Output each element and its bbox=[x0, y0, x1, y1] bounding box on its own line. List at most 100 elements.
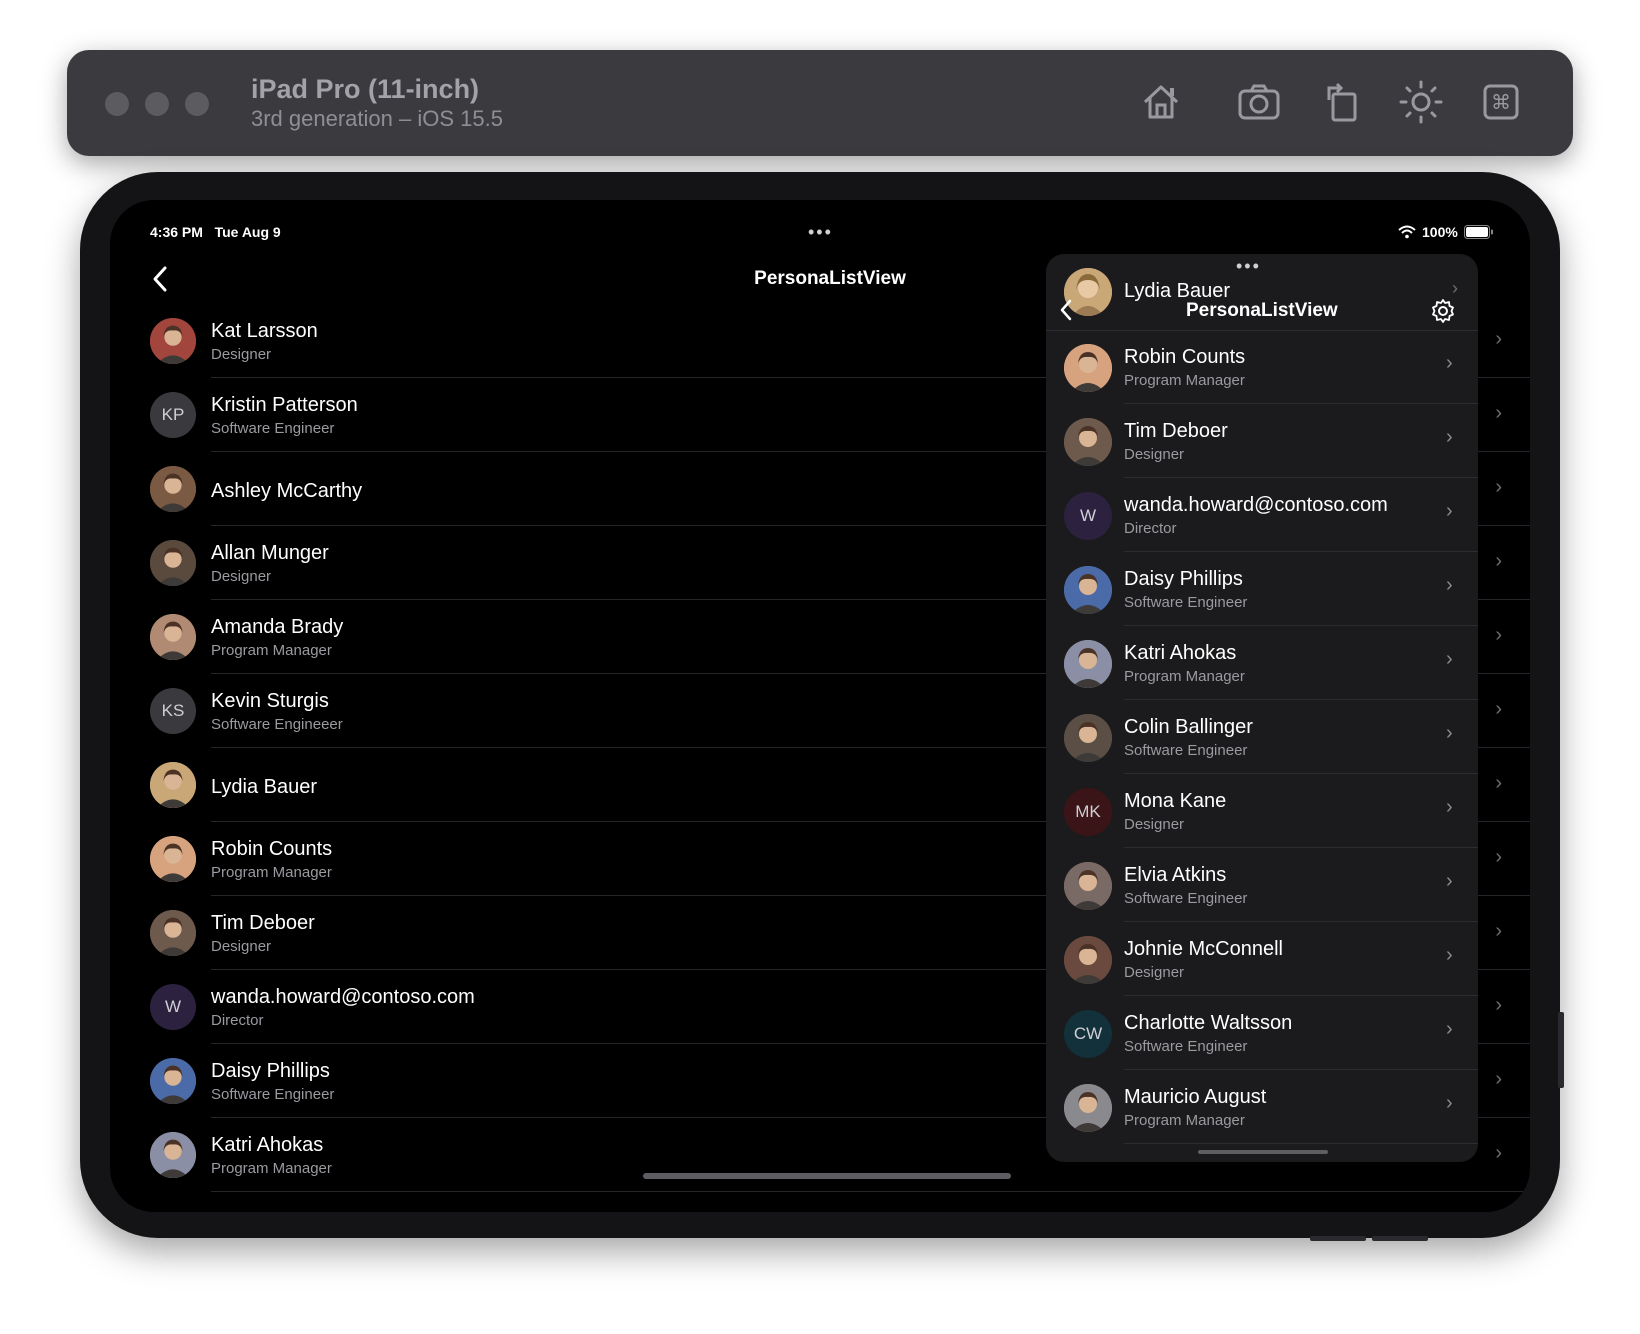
persona-role: Program Manager bbox=[211, 864, 332, 881]
list-item[interactable]: Johnie McConnell Designer › bbox=[1046, 922, 1478, 996]
avatar-initials: KP bbox=[161, 405, 185, 424]
persona-name: Tim Deboer bbox=[1124, 420, 1228, 442]
page-title: PersonaListView bbox=[754, 268, 906, 289]
persona-role: Designer bbox=[211, 346, 272, 363]
persona-role: Program Manager bbox=[1124, 668, 1245, 685]
chevron-right-icon: › bbox=[1495, 846, 1502, 868]
command-icon[interactable]: ⌘ bbox=[1477, 78, 1525, 126]
chevron-right-icon: › bbox=[1446, 648, 1453, 670]
persona-name: Colin Ballinger bbox=[1124, 716, 1253, 738]
list-item[interactable]: Robin Counts Program Manager › bbox=[1046, 330, 1478, 404]
chevron-right-icon: › bbox=[1446, 500, 1453, 522]
chevron-right-icon: › bbox=[1446, 796, 1453, 818]
chevron-right-icon: › bbox=[1495, 476, 1502, 498]
simulator-toolbar: iPad Pro (11-inch) 3rd generation – iOS … bbox=[67, 50, 1573, 156]
list-item[interactable]: Daisy Phillips Software Engineer › bbox=[1046, 552, 1478, 626]
avatar bbox=[150, 614, 196, 660]
persona-name: Daisy Phillips bbox=[211, 1060, 330, 1082]
overlay-window: Lydia Bauer PersonaListView › ••• Robin … bbox=[1046, 254, 1478, 1162]
chevron-right-icon: › bbox=[1495, 1142, 1502, 1164]
persona-name: Kristin Patterson bbox=[211, 394, 358, 416]
close-window-button[interactable] bbox=[105, 92, 129, 116]
chevron-right-icon: › bbox=[1446, 722, 1453, 744]
wifi-icon bbox=[1398, 225, 1416, 239]
chevron-right-icon: › bbox=[1495, 550, 1502, 572]
persona-role: Designer bbox=[1124, 816, 1185, 833]
back-chevron-icon[interactable] bbox=[1058, 298, 1074, 322]
avatar bbox=[1064, 566, 1112, 614]
chevron-right-icon: › bbox=[1495, 920, 1502, 942]
persona-role: Software Engineeer bbox=[211, 716, 343, 733]
persona-role: Designer bbox=[1124, 964, 1185, 981]
home-icon[interactable] bbox=[1137, 78, 1185, 126]
persona-name: Katri Ahokas bbox=[211, 1134, 324, 1156]
persona-role: Software Engineer bbox=[211, 420, 335, 437]
volume-button bbox=[1558, 1012, 1564, 1088]
chevron-right-icon: › bbox=[1446, 426, 1453, 448]
appearance-icon[interactable] bbox=[1397, 78, 1445, 126]
chevron-right-icon: › bbox=[1495, 624, 1502, 646]
list-item[interactable]: Katri Ahokas Program Manager › bbox=[1046, 626, 1478, 700]
persona-name: Katri Ahokas bbox=[1124, 642, 1237, 664]
list-item[interactable]: Tim Deboer Designer › bbox=[1046, 404, 1478, 478]
zoom-window-button[interactable] bbox=[185, 92, 209, 116]
gear-icon[interactable] bbox=[1430, 298, 1456, 324]
rotate-icon[interactable] bbox=[1319, 78, 1367, 126]
ipad-screen: 4:36 PM Tue Aug 9 ••• 100% PersonaListVi… bbox=[110, 200, 1530, 1212]
persona-name: Kat Larsson bbox=[211, 320, 318, 342]
avatar: CW bbox=[1064, 1010, 1112, 1058]
persona-name: Lydia Bauer bbox=[211, 776, 317, 798]
persona-role: Software Engineer bbox=[1124, 890, 1248, 907]
persona-role: Program Manager bbox=[1124, 372, 1245, 389]
list-item[interactable]: Colin Ballinger Software Engineer › bbox=[1046, 700, 1478, 774]
avatar bbox=[150, 1058, 196, 1104]
persona-name: Mona Kane bbox=[1124, 790, 1227, 812]
avatar bbox=[1064, 936, 1112, 984]
avatar bbox=[150, 318, 196, 364]
avatar bbox=[1064, 418, 1112, 466]
chevron-right-icon: › bbox=[1446, 1018, 1453, 1040]
persona-name: Robin Counts bbox=[1124, 346, 1246, 368]
panel-header: Lydia Bauer PersonaListView › bbox=[1046, 254, 1478, 331]
persona-name: Tim Deboer bbox=[211, 912, 315, 934]
list-item[interactable]: Mauricio August Program Manager › bbox=[1046, 1070, 1478, 1144]
side-button bbox=[1310, 1236, 1366, 1241]
status-right: 100% bbox=[1398, 224, 1494, 240]
chevron-right-icon: › bbox=[1495, 328, 1502, 350]
persona-name: Johnie McConnell bbox=[1124, 938, 1283, 960]
list-item[interactable]: Elvia Atkins Software Engineer › bbox=[1046, 848, 1478, 922]
list-item[interactable]: CW Charlotte Waltsson Software Engineer › bbox=[1046, 996, 1478, 1070]
avatar: KP bbox=[150, 392, 196, 438]
persona-role: Director bbox=[211, 1012, 264, 1029]
screenshot-icon[interactable] bbox=[1235, 78, 1283, 126]
back-chevron-icon[interactable] bbox=[150, 264, 172, 294]
panel-persona-list: Robin Counts Program Manager › Tim Deboer De… bbox=[1046, 330, 1478, 1144]
persona-role: Designer bbox=[1124, 446, 1185, 463]
avatar bbox=[1064, 640, 1112, 688]
chevron-right-icon: › bbox=[1446, 352, 1453, 374]
list-item[interactable]: MK Mona Kane Designer › bbox=[1046, 774, 1478, 848]
device-detail: 3rd generation – iOS 15.5 bbox=[251, 106, 503, 131]
home-indicator[interactable] bbox=[643, 1173, 1011, 1179]
list-item[interactable]: Wwanda.howard@contoso.com Director › bbox=[1046, 478, 1478, 552]
chevron-right-icon: › bbox=[1495, 1068, 1502, 1090]
panel-title: PersonaListView bbox=[1186, 300, 1338, 321]
persona-name: Allan Munger bbox=[211, 542, 329, 564]
persona-role: Designer bbox=[211, 938, 272, 955]
persona-name: Charlotte Waltsson bbox=[1124, 1012, 1293, 1034]
persona-name: Amanda Brady bbox=[211, 616, 344, 638]
panel-home-indicator[interactable] bbox=[1198, 1150, 1328, 1154]
persona-name: Kevin Sturgis bbox=[211, 690, 329, 712]
chevron-right-icon: › bbox=[1495, 698, 1502, 720]
chevron-right-icon: › bbox=[1446, 944, 1453, 966]
persona-name: wanda.howard@contoso.com bbox=[1124, 494, 1388, 516]
avatar: KS bbox=[150, 688, 196, 734]
multitasking-dots[interactable]: ••• bbox=[1236, 256, 1261, 277]
avatar bbox=[150, 910, 196, 956]
battery-percent: 100% bbox=[1422, 224, 1458, 240]
persona-name: wanda.howard@contoso.com bbox=[211, 986, 475, 1008]
chevron-right-icon: › bbox=[1495, 402, 1502, 424]
minimize-window-button[interactable] bbox=[145, 92, 169, 116]
multitasking-dots[interactable]: ••• bbox=[808, 222, 833, 243]
row-divider bbox=[1124, 1143, 1478, 1144]
